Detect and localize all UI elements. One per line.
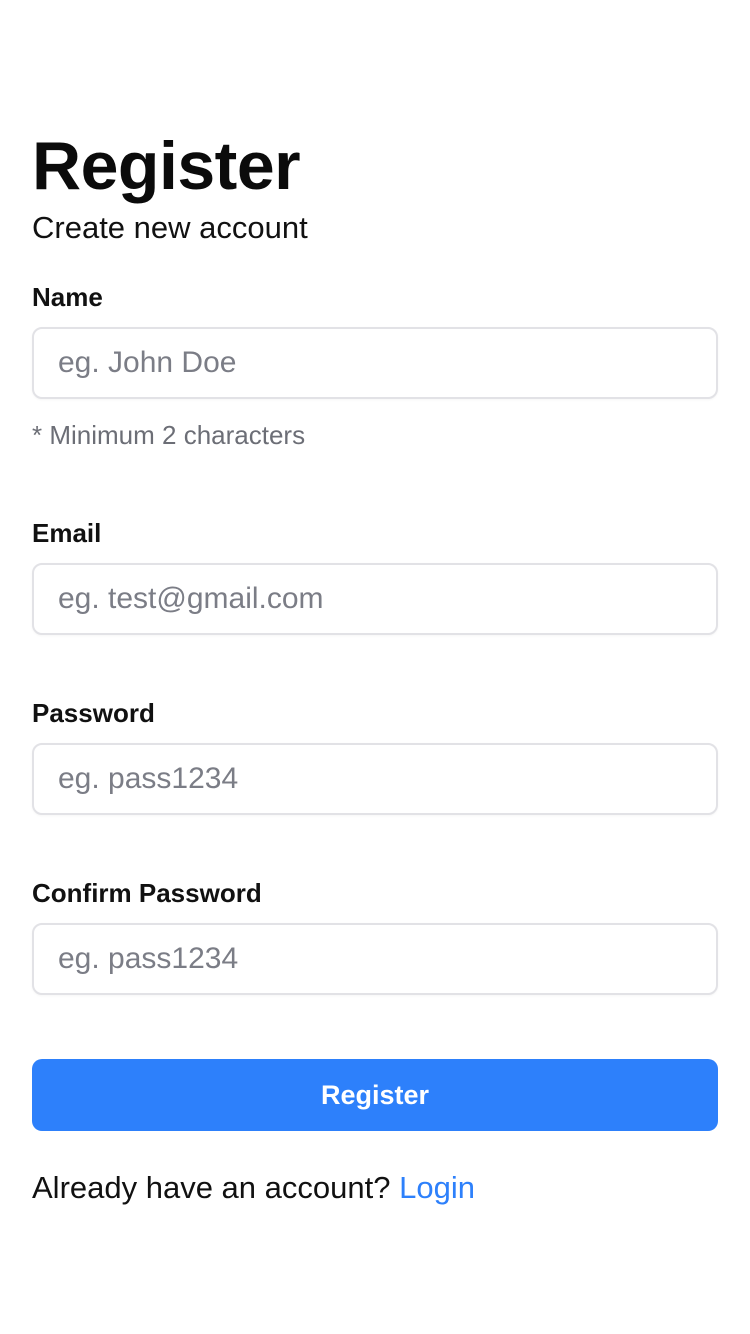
confirm-password-input[interactable] (32, 923, 718, 995)
login-prompt: Already have an account? Login (32, 1168, 475, 1208)
name-input[interactable] (32, 327, 718, 399)
password-input[interactable] (32, 743, 718, 815)
page-subtitle: Create new account (32, 210, 308, 245)
login-link[interactable]: Login (399, 1170, 475, 1205)
register-button[interactable]: Register (32, 1059, 718, 1131)
page-title: Register (32, 128, 301, 204)
name-label: Name (32, 282, 103, 312)
name-hint: * Minimum 2 characters (32, 420, 306, 450)
confirm-password-label: Confirm Password (32, 878, 262, 908)
password-label: Password (32, 698, 155, 728)
email-label: Email (32, 518, 102, 548)
login-prompt-text: Already have an account? (32, 1170, 391, 1205)
email-input[interactable] (32, 563, 718, 635)
